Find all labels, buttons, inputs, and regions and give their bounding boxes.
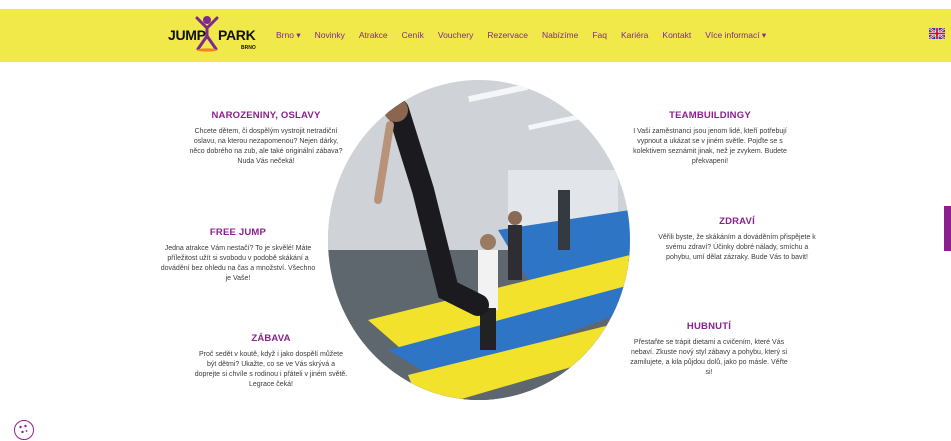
nav-item-atrakce[interactable]: Atrakce xyxy=(359,30,388,41)
nav-item-faq[interactable]: Faq xyxy=(592,30,607,41)
feature-title: HUBNUTÍ xyxy=(686,321,732,332)
jumper-figure-icon xyxy=(195,16,219,52)
feature-zabava: ZÁBAVA Proč sedět v koutě, když i jako d… xyxy=(194,333,348,390)
trampoline-hall-photo xyxy=(328,80,630,400)
nav-item-kontakt[interactable]: Kontakt xyxy=(662,30,691,41)
feature-zdravi: ZDRAVÍ Věřili byste, že skákáním a dovád… xyxy=(654,216,820,263)
nav-item-vice-informaci[interactable]: Více informací ▾ xyxy=(705,30,766,41)
trampoline-scene-illustration xyxy=(328,80,630,400)
nav-item-rezervace[interactable]: Rezervace xyxy=(487,30,528,41)
logo-word-park: PARK xyxy=(218,27,256,43)
nav-item-kariera[interactable]: Kariéra xyxy=(621,30,648,41)
cookie-settings-button[interactable] xyxy=(14,420,34,440)
cookie-icon xyxy=(19,424,28,434)
feature-hubnuti: HUBNUTÍ Přestaňte se trápit dietami a cv… xyxy=(630,321,788,378)
feature-text: Jedna atrakce Vám nestačí? To je skvělé!… xyxy=(160,245,316,282)
feature-text: I Vaši zaměstnanci jsou jenom lidé, kteř… xyxy=(633,128,787,165)
feature-title: ZÁBAVA xyxy=(251,333,291,344)
jumppark-logo[interactable]: JUMP PARK BRNO xyxy=(168,14,258,56)
feature-title: TEAMBUILDINGY xyxy=(669,110,751,121)
feature-teambuildingy: TEAMBUILDINGY I Vaši zaměstnanci jsou je… xyxy=(632,110,788,167)
feature-title: ZDRAVÍ xyxy=(719,216,755,227)
nav-item-cenik[interactable]: Ceník xyxy=(402,30,424,41)
feature-narozeniny: NAROZENINY, OSLAVY Chcete dětem, či dosp… xyxy=(186,110,346,167)
feature-text: Přestaňte se trápit dietami a cvičením, … xyxy=(630,339,788,376)
nav-item-brno[interactable]: Brno ▾ xyxy=(276,30,301,41)
feature-text: Chcete dětem, či dospělým vystrojit netr… xyxy=(189,128,343,165)
feature-text: Věřili byste, že skákáním a dováděním př… xyxy=(658,234,816,261)
nav-item-novinky[interactable]: Novinky xyxy=(315,30,345,41)
feature-text: Proč sedět v koutě, když i jako dospělí … xyxy=(194,351,348,388)
main-menu: Brno ▾ Novinky Atrakce Ceník Vouchery Re… xyxy=(276,30,780,41)
feature-title: FREE JUMP xyxy=(209,227,267,238)
nav-item-vouchery[interactable]: Vouchery xyxy=(438,30,473,41)
logo-city: BRNO xyxy=(241,45,256,51)
nav-item-nabizime[interactable]: Nabízíme xyxy=(542,30,578,41)
feature-free-jump: FREE JUMP Jedna atrakce Vám nestačí? To … xyxy=(160,227,316,284)
top-navbar: JUMP PARK BRNO Brno ▾ Novinky Atrakce Ce… xyxy=(0,9,951,62)
uk-flag-icon[interactable] xyxy=(929,28,945,39)
feature-title: NAROZENINY, OSLAVY xyxy=(211,110,321,121)
side-widget-tab[interactable] xyxy=(944,206,951,251)
